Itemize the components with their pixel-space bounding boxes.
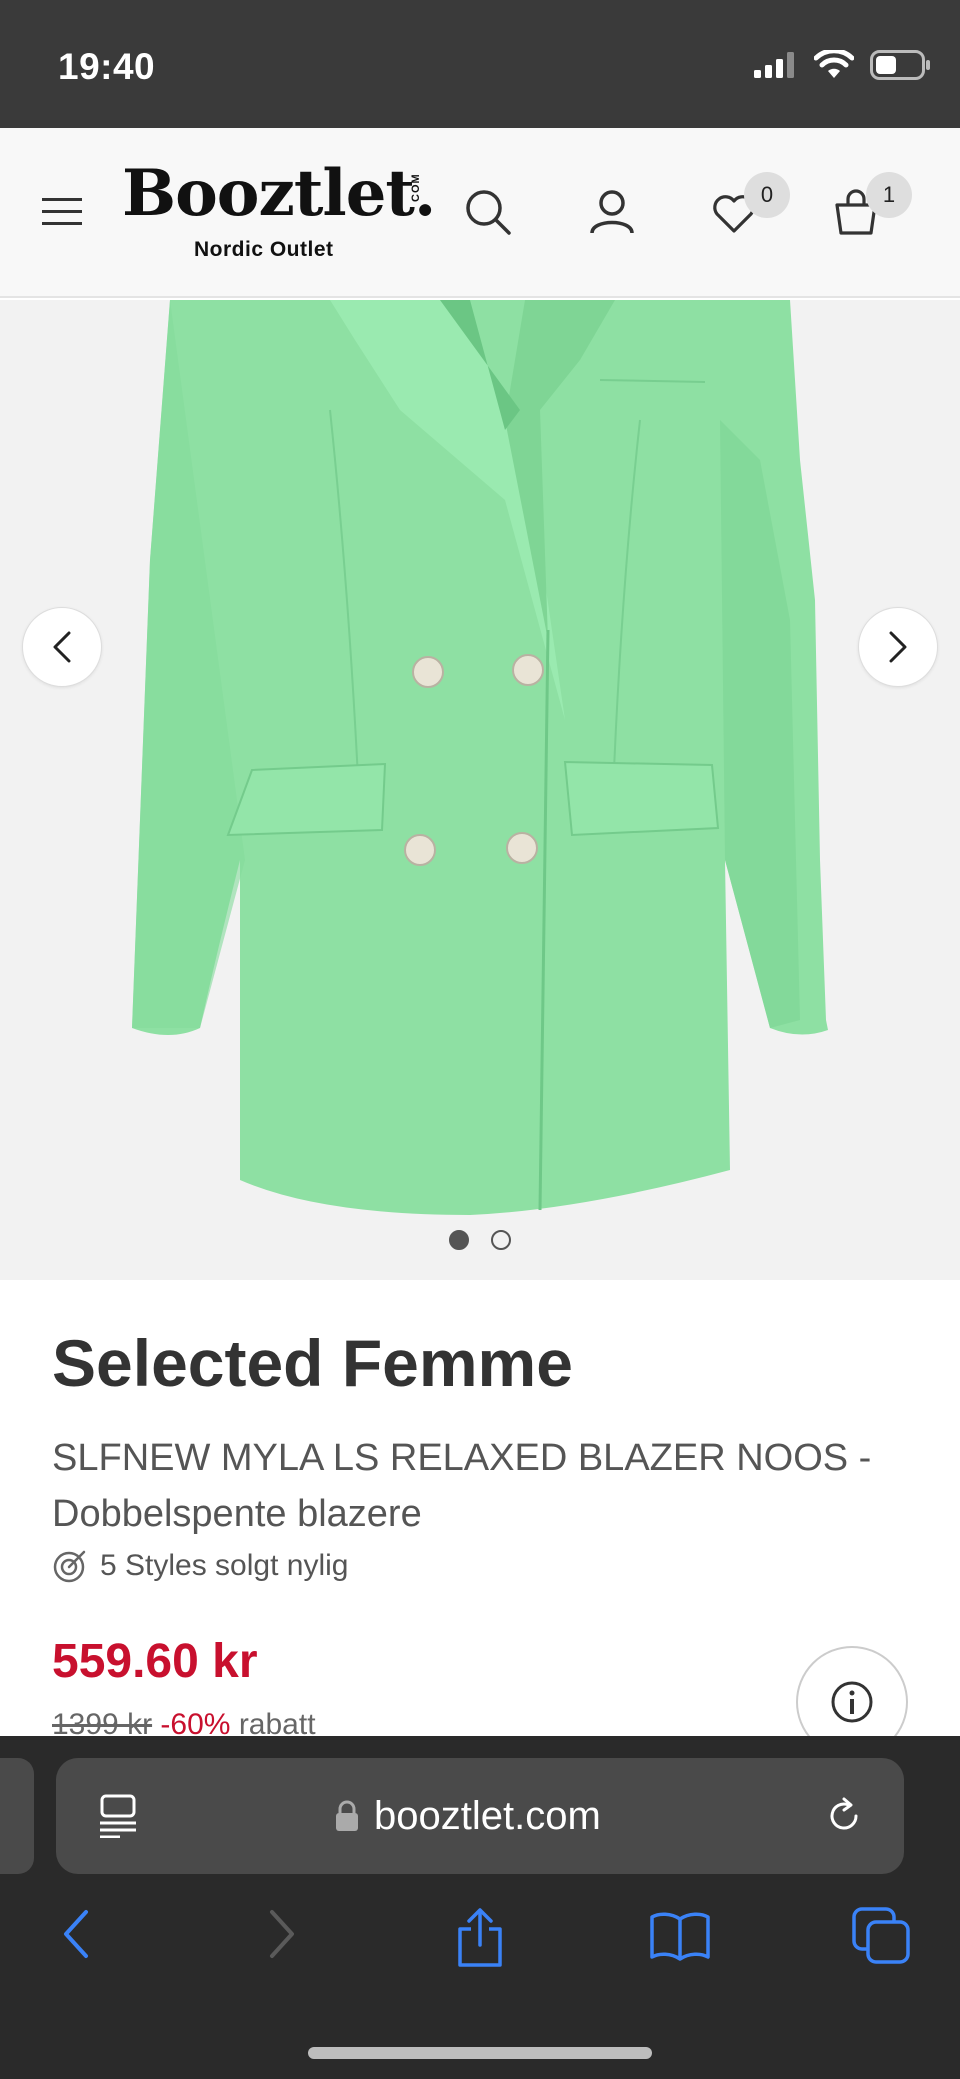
next-image-button[interactable]	[858, 607, 938, 687]
back-button[interactable]	[52, 1906, 100, 1962]
status-icons	[754, 50, 932, 80]
status-bar: 19:40	[0, 0, 960, 128]
tabs-icon	[852, 1907, 910, 1964]
bookmarks-button[interactable]	[648, 1906, 712, 1966]
chevron-right-icon	[889, 631, 907, 663]
target-icon	[53, 1550, 86, 1583]
previous-image-button[interactable]	[22, 607, 102, 687]
tabs-button[interactable]	[850, 1906, 914, 1966]
product-image	[132, 300, 828, 1215]
back-chevron-icon	[64, 1910, 88, 1958]
browser-chrome: booztlet.com	[0, 1736, 960, 2079]
wifi-icon	[814, 50, 854, 78]
search-button[interactable]	[462, 186, 514, 238]
reload-icon	[830, 1797, 858, 1830]
info-icon	[831, 1681, 873, 1723]
pagination-dot[interactable]	[491, 1230, 511, 1250]
product-brand[interactable]: Selected Femme	[52, 1325, 573, 1401]
address-bar[interactable]: booztlet.com	[56, 1758, 904, 1874]
share-button[interactable]	[450, 1906, 510, 1970]
sold-recently: 5 Styles solgt nylig	[52, 1548, 348, 1584]
cart-count-badge: 1	[866, 172, 912, 218]
forward-chevron-icon	[270, 1910, 294, 1958]
logo-com: COM	[410, 173, 422, 202]
pagination-dot[interactable]	[449, 1230, 469, 1250]
lock-icon	[336, 1800, 358, 1831]
site-logo[interactable]: Booztlet. COM Nordic Outlet	[122, 156, 436, 268]
home-indicator	[308, 2047, 652, 2059]
signal-icon	[754, 52, 794, 78]
page-menu-icon	[100, 1794, 136, 1838]
account-button[interactable]	[586, 186, 638, 238]
product-price: 559.60 kr	[52, 1635, 258, 1688]
previous-tab-preview[interactable]	[0, 1758, 34, 1874]
menu-button[interactable]	[38, 188, 86, 236]
site-header: Booztlet. COM Nordic Outlet 0 1	[0, 128, 960, 298]
gallery-pagination	[0, 1230, 960, 1250]
share-icon	[458, 1908, 502, 1967]
product-gallery[interactable]	[0, 300, 960, 1280]
product-name: SLFNEW MYLA LS RELAXED BLAZER NOOS - Dob…	[52, 1437, 872, 1535]
logo-wordmark: Booztlet.	[122, 156, 436, 231]
sold-recently-text: 5 Styles solgt nylig	[100, 1549, 349, 1582]
product-info: Selected Femme SLFNEW MYLA LS RELAXED BL…	[0, 1280, 960, 1758]
url-text: booztlet.com	[374, 1794, 601, 1838]
logo-tagline: Nordic Outlet	[194, 238, 334, 261]
chevron-left-icon	[53, 631, 71, 663]
user-icon	[590, 190, 634, 234]
search-icon	[466, 190, 511, 235]
reload-button[interactable]	[822, 1794, 866, 1838]
wishlist-count-badge: 0	[744, 172, 790, 218]
forward-button[interactable]	[258, 1906, 306, 1962]
status-time: 19:40	[58, 46, 156, 87]
battery-icon	[870, 50, 930, 80]
reader-button[interactable]	[96, 1794, 140, 1838]
hamburger-icon	[42, 198, 82, 225]
book-icon	[650, 1912, 710, 1961]
